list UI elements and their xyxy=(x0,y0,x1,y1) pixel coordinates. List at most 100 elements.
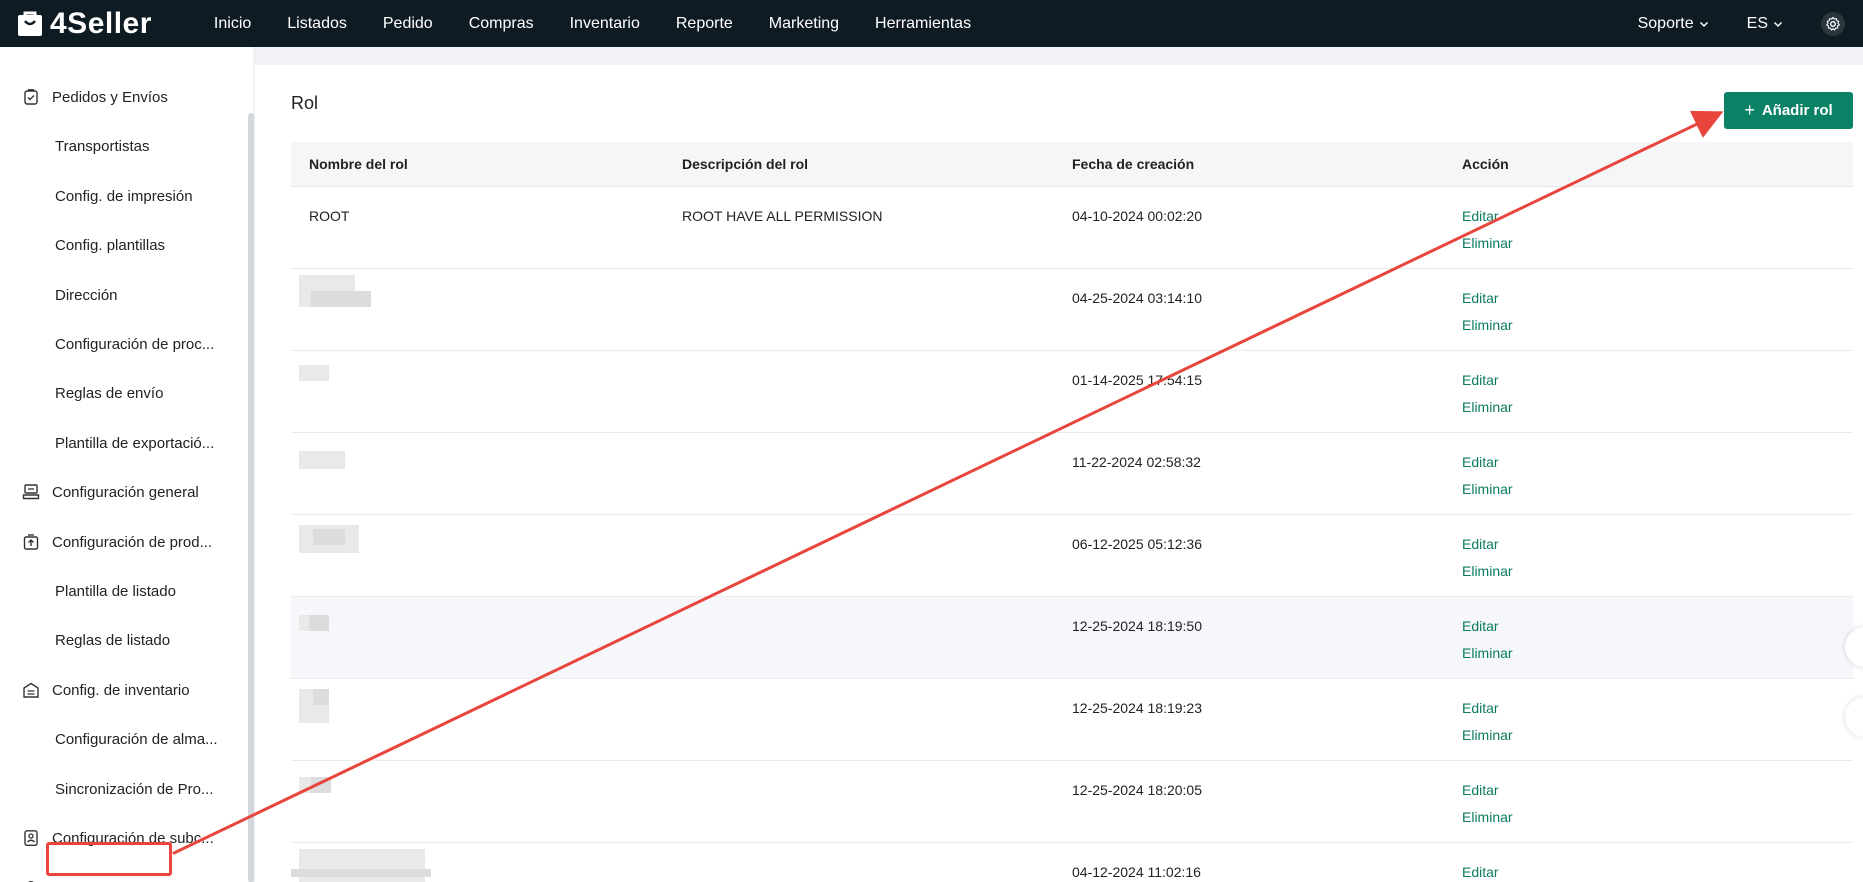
edit-role-link[interactable]: Editar xyxy=(1462,618,1853,634)
table-body: ROOT ROOT HAVE ALL PERMISSION 04-10-2024 0… xyxy=(291,187,1853,882)
nav-item-herramientas[interactable]: Herramientas xyxy=(875,15,971,33)
role-created-date: 04-12-2024 11:02:16 xyxy=(1072,864,1201,880)
edit-role-link[interactable]: Editar xyxy=(1462,454,1853,470)
edit-role-link[interactable]: Editar xyxy=(1462,700,1853,716)
role-created-date: 12-25-2024 18:19:50 xyxy=(1072,618,1202,634)
sidebar-item-label: Plantilla de exportació... xyxy=(55,434,215,452)
redacted-name-block xyxy=(313,529,345,545)
table-row: 04-12-2024 11:02:16 EditarEliminar xyxy=(291,843,1853,882)
role-name: ROOT xyxy=(309,208,350,224)
role-description: ROOT HAVE ALL PERMISSION xyxy=(682,208,883,224)
sidebar-item-configuración-general[interactable]: Configuración general xyxy=(0,477,240,507)
edit-role-link[interactable]: Editar xyxy=(1462,372,1853,388)
role-actions: Editar Eliminar xyxy=(1462,515,1853,596)
sidebar-item-reglas-de-listado[interactable]: Reglas de listado xyxy=(0,625,240,655)
sidebar-item-label: Reglas de envío xyxy=(55,384,164,402)
nav-item-marketing[interactable]: Marketing xyxy=(769,15,839,33)
redacted-name-block xyxy=(299,365,329,381)
role-description xyxy=(682,679,1072,760)
sidebar-item-transportistas[interactable]: Transportistas xyxy=(0,131,240,161)
role-description xyxy=(682,515,1072,596)
edit-role-link[interactable]: Editar xyxy=(1462,536,1853,552)
sidebar-item-label: Transportistas xyxy=(55,137,150,155)
sidebar-item-config-de-inventario[interactable]: Config. de inventario xyxy=(0,675,240,705)
column-header-name: Nombre del rol xyxy=(309,156,408,172)
sidebar-item-reglas-de-envío[interactable]: Reglas de envío xyxy=(0,378,240,408)
delete-role-link[interactable]: Eliminar xyxy=(1462,727,1853,743)
role-created-date: 04-10-2024 00:02:20 xyxy=(1072,208,1202,224)
language-menu[interactable]: ES xyxy=(1747,15,1783,33)
delete-role-link[interactable]: Eliminar xyxy=(1462,563,1853,579)
table-row: ROOT ROOT HAVE ALL PERMISSION 04-10-2024 0… xyxy=(291,187,1853,269)
column-header-created: Fecha de creación xyxy=(1072,156,1195,172)
annotation-highlight-box xyxy=(46,842,172,876)
nav-item-reporte[interactable]: Reporte xyxy=(676,15,733,33)
role-actions: Editar Eliminar xyxy=(1462,187,1853,268)
table-row: 12-25-2024 18:20:05 Editar Eliminar xyxy=(291,761,1853,843)
delete-role-link[interactable]: Eliminar xyxy=(1462,809,1853,825)
nav-item-pedido[interactable]: Pedido xyxy=(383,15,433,33)
nav-item-inventario[interactable]: Inventario xyxy=(570,15,640,33)
clipboard-check-icon xyxy=(21,87,41,107)
role-created-date: 12-25-2024 18:20:05 xyxy=(1072,782,1202,798)
sidebar-item-configuración-de-prod[interactable]: Configuración de prod... xyxy=(0,527,240,557)
sidebar-item-label: Configuración de prod... xyxy=(52,533,213,551)
table-row: 12-25-2024 18:19:23 Editar Eliminar xyxy=(291,679,1853,761)
redacted-name-block xyxy=(299,451,345,469)
delete-role-link[interactable]: Eliminar xyxy=(1462,317,1853,333)
nav-item-listados[interactable]: Listados xyxy=(287,15,347,33)
edit-role-link[interactable]: Editar xyxy=(1462,864,1853,880)
sidebar-item-plantilla-de-listado[interactable]: Plantilla de listado xyxy=(0,576,240,606)
sidebar-item-pedidos-y-envíos[interactable]: Pedidos y Envíos xyxy=(0,82,240,112)
sidebar-scrollbar[interactable] xyxy=(248,113,254,882)
box-upload-icon xyxy=(21,532,41,552)
sidebar-item-label: Plantilla de listado xyxy=(55,582,176,600)
role-created-date: 01-14-2025 17:54:15 xyxy=(1072,372,1202,388)
delete-role-link[interactable]: Eliminar xyxy=(1462,235,1853,251)
chevron-down-icon xyxy=(1699,21,1708,27)
brand-logo[interactable]: 4Seller xyxy=(16,0,152,47)
nav-item-compras[interactable]: Compras xyxy=(469,15,534,33)
role-actions: Editar Eliminar xyxy=(1462,351,1853,432)
sidebar-item-label: Configuración de proc... xyxy=(55,335,215,353)
sidebar-item-configuración-de-proc[interactable]: Configuración de proc... xyxy=(0,329,240,359)
edit-role-link[interactable]: Editar xyxy=(1462,782,1853,798)
plus-icon: + xyxy=(1744,100,1755,120)
sidebar-item-label: Configuración de alma... xyxy=(55,730,218,748)
sidebar-item-label: Config. plantillas xyxy=(55,236,166,254)
table-row: 11-22-2024 02:58:32 Editar Eliminar xyxy=(291,433,1853,515)
main-panel: Rol + Añadir rol Nombre del rol Descripc… xyxy=(255,65,1863,882)
delete-role-link[interactable]: Eliminar xyxy=(1462,399,1853,415)
role-name xyxy=(291,433,682,514)
support-menu[interactable]: Soporte xyxy=(1638,15,1709,33)
role-created-date: 06-12-2025 05:12:36 xyxy=(1072,536,1202,552)
sidebar-item-configuración-de-alma[interactable]: Configuración de alma... xyxy=(0,724,240,754)
sidebar-item-config-plantillas[interactable]: Config. plantillas xyxy=(0,230,240,260)
role-actions: Editar Eliminar xyxy=(1462,761,1853,842)
edit-role-link[interactable]: Editar xyxy=(1462,208,1853,224)
add-role-button[interactable]: + Añadir rol xyxy=(1724,92,1853,129)
redacted-name-block xyxy=(313,689,329,705)
sidebar-item-plantilla-de-exportació[interactable]: Plantilla de exportació... xyxy=(0,428,240,458)
main-nav: Inicio Listados Pedido Compras Inventario Rep… xyxy=(214,0,1007,47)
role-actions: EditarEliminar xyxy=(1462,843,1853,882)
settings-button[interactable] xyxy=(1821,11,1845,36)
role-created-date: 11-22-2024 02:58:32 xyxy=(1072,454,1201,470)
sidebar-item-config-de-impresión[interactable]: Config. de impresión xyxy=(0,181,240,211)
shopping-bag-logo-icon xyxy=(16,11,44,37)
edit-role-link[interactable]: Editar xyxy=(1462,290,1853,306)
delete-role-link[interactable]: Eliminar xyxy=(1462,645,1853,661)
nav-item-inicio[interactable]: Inicio xyxy=(214,15,251,33)
support-label: Soporte xyxy=(1637,14,1694,32)
brand-name: 4Seller xyxy=(50,6,152,40)
delete-role-link[interactable]: Eliminar xyxy=(1462,481,1853,497)
redacted-name-block xyxy=(311,291,371,307)
column-header-action: Acción xyxy=(1462,156,1509,172)
gear-icon xyxy=(1825,16,1841,31)
column-header-description: Descripción del rol xyxy=(682,156,809,172)
role-name xyxy=(291,351,682,432)
sidebar-item-sincronización-de-pro[interactable]: Sincronización de Pro... xyxy=(0,774,240,804)
sidebar-item-dirección[interactable]: Dirección xyxy=(0,280,240,310)
role-actions: Editar Eliminar xyxy=(1462,269,1853,350)
redacted-name-block xyxy=(309,615,329,631)
